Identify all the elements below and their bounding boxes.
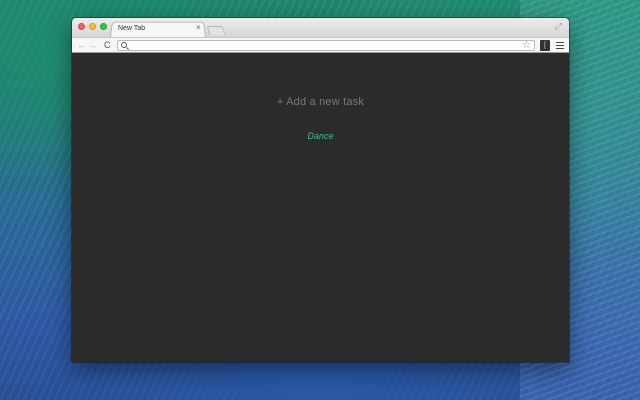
browser-toolbar: ← → C ☆ [: [72, 37, 569, 53]
maximize-icon[interactable]: [100, 23, 107, 30]
page-content: + Add a new task Dance: [72, 53, 569, 362]
forward-arrow-icon[interactable]: →: [88, 40, 97, 51]
window-controls: [78, 23, 107, 30]
back-arrow-icon[interactable]: ←: [77, 40, 86, 51]
add-task-button[interactable]: + Add a new task: [72, 96, 569, 108]
tab-label: New Tab: [118, 25, 146, 32]
fullscreen-icon[interactable]: ⤢: [555, 22, 562, 31]
star-icon[interactable]: ☆: [522, 40, 531, 51]
menu-icon[interactable]: [556, 42, 564, 49]
tab-close-icon[interactable]: ×: [196, 24, 201, 32]
browser-window: New Tab × ⤢ ← → C ☆ [ + Add a new task D…: [72, 18, 569, 362]
new-tab-button[interactable]: [206, 26, 226, 35]
task-item[interactable]: Dance: [72, 131, 569, 141]
extension-icon[interactable]: [: [540, 40, 550, 51]
search-icon: [121, 42, 127, 48]
close-window-icon[interactable]: [78, 23, 85, 30]
reload-icon[interactable]: C: [104, 40, 111, 51]
title-bar: New Tab × ⤢: [72, 18, 569, 37]
address-bar[interactable]: ☆: [117, 40, 535, 51]
minimize-icon[interactable]: [89, 23, 96, 30]
